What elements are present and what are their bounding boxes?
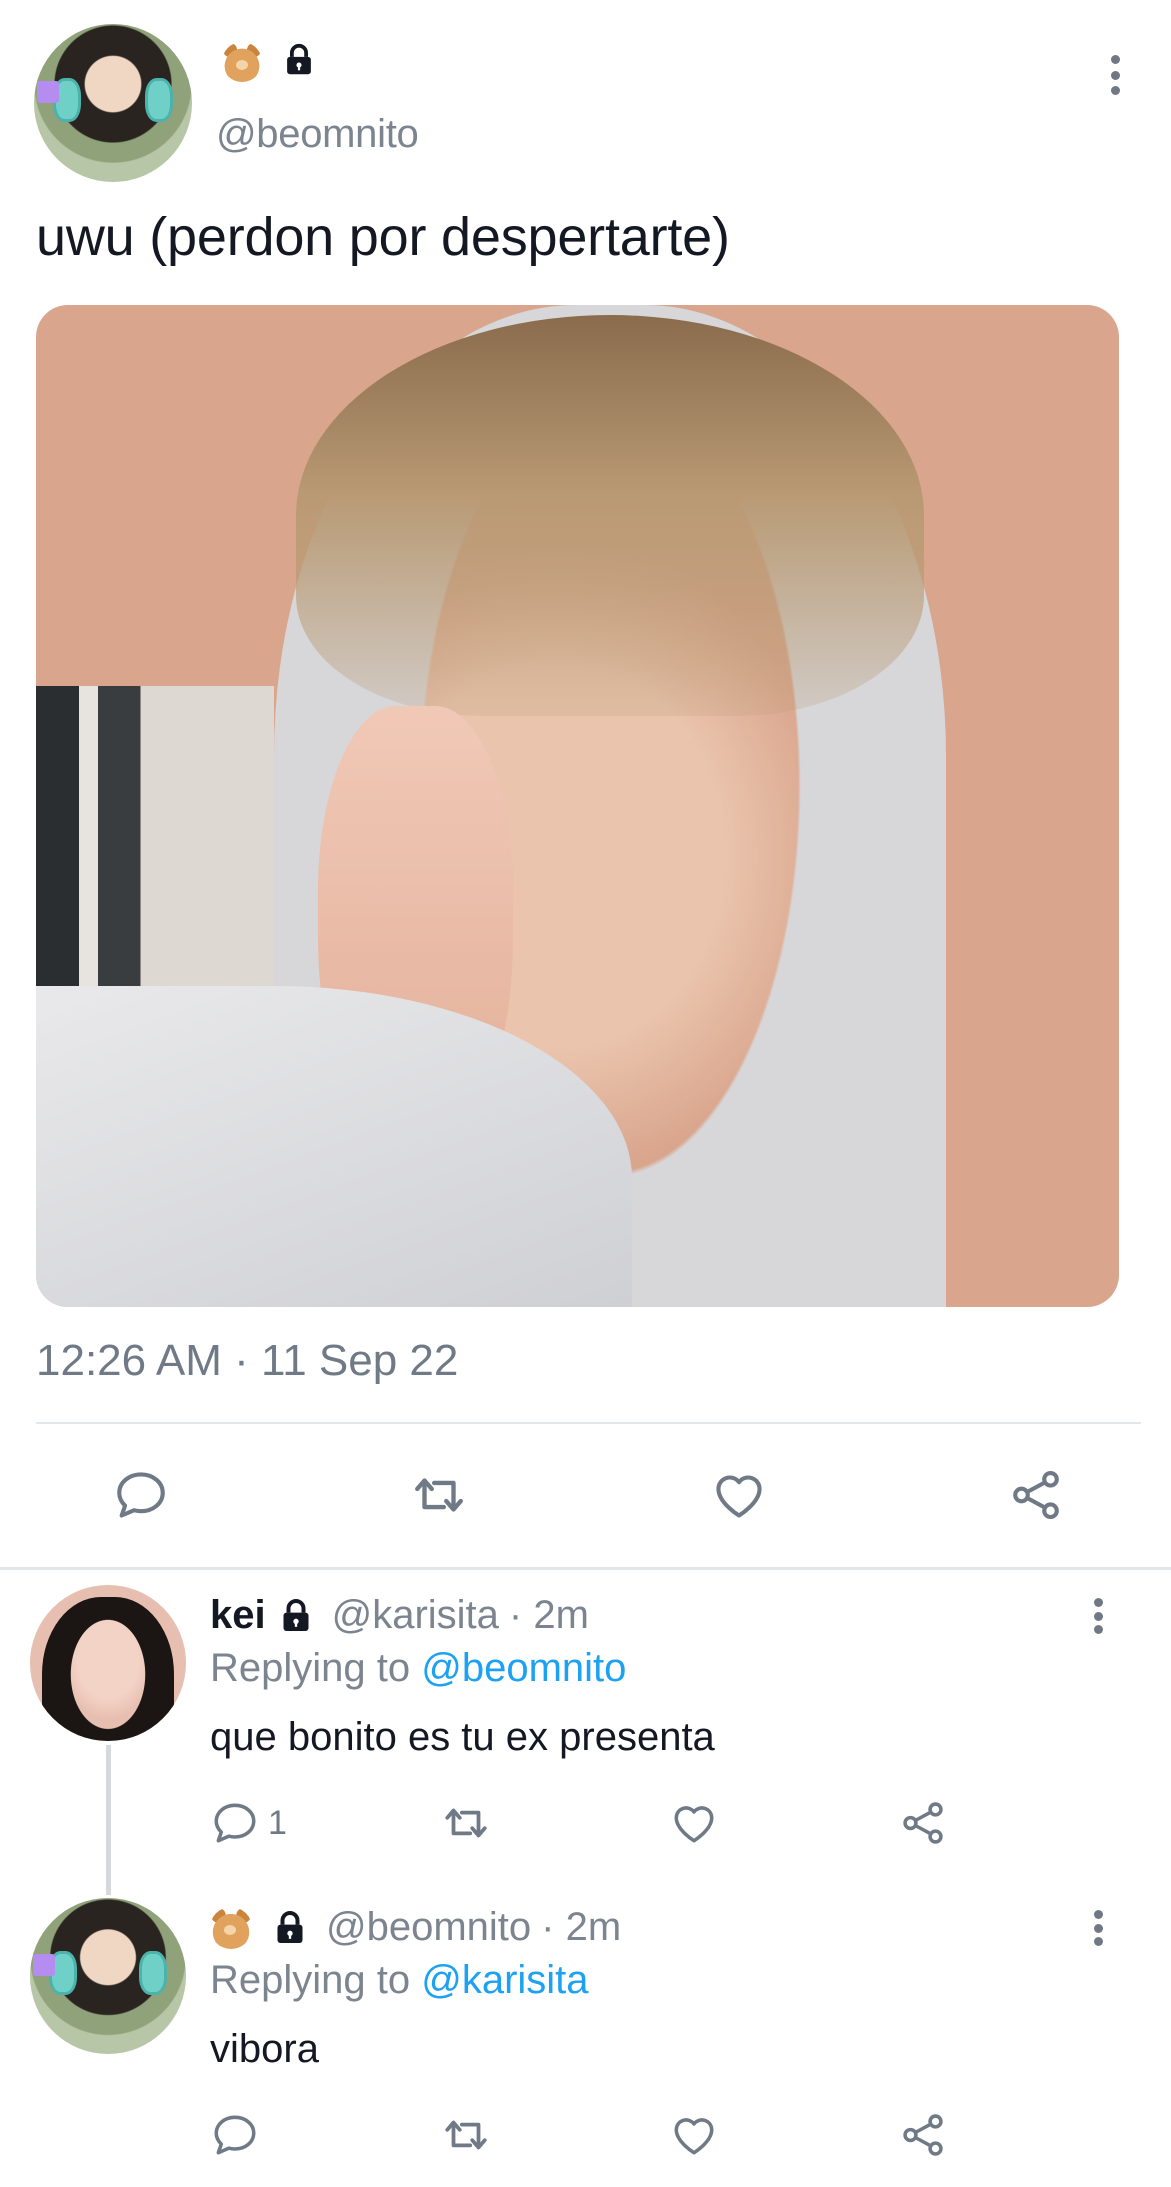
reply-text: que bonito es tu ex presenta — [210, 1715, 715, 1759]
user-handle[interactable]: @karisita — [332, 1593, 499, 1638]
reply-icon — [210, 2110, 260, 2160]
teddy-bear-emoji-icon — [210, 1906, 252, 1949]
reply-header: kei @karisita · 2m — [210, 1593, 589, 1638]
reply-count: 1 — [268, 1803, 287, 1842]
tweet-text: uwu (perdon por despertarte) — [36, 207, 730, 267]
heart-icon — [669, 1798, 719, 1848]
share-button[interactable] — [1007, 1466, 1065, 1524]
reply-icon — [210, 1798, 260, 1848]
teddy-bear-emoji-icon — [222, 42, 262, 82]
divider — [36, 1422, 1141, 1424]
thread-connector — [106, 1745, 111, 1895]
tweet-timestamp: 12:26 AM · 11 Sep 22 — [36, 1336, 459, 1385]
avatar[interactable] — [30, 1898, 186, 2054]
reply-button[interactable]: 1 — [210, 1798, 287, 1848]
mention-link[interactable]: @beomnito — [421, 1646, 626, 1690]
reply-header: @beomnito · 2m — [210, 1905, 621, 1950]
reply-time: · 2m — [508, 1593, 589, 1637]
retweet-icon — [440, 1798, 492, 1848]
reply-button[interactable] — [210, 2110, 260, 2160]
lock-icon — [270, 1908, 310, 1948]
more-options-icon[interactable] — [1086, 1910, 1110, 1946]
headphone-right — [144, 77, 174, 122]
replying-prefix: Replying to — [210, 1958, 422, 2002]
retweet-icon — [408, 1466, 470, 1524]
avatar-sticker — [33, 1954, 55, 1976]
reply-text: vibora — [210, 2027, 319, 2071]
reply-button[interactable] — [112, 1466, 170, 1524]
avatar[interactable] — [34, 24, 192, 182]
lock-icon — [280, 40, 318, 80]
more-options-icon[interactable] — [1103, 55, 1127, 95]
like-button[interactable] — [669, 2110, 719, 2160]
heart-icon — [710, 1466, 768, 1524]
avatar-sticker — [37, 80, 60, 103]
mention-link[interactable]: @karisita — [421, 1958, 588, 2002]
replying-prefix: Replying to — [210, 1646, 422, 1690]
share-icon — [898, 1798, 948, 1848]
lock-icon — [276, 1596, 316, 1636]
retweet-icon — [440, 2110, 492, 2160]
avatar[interactable] — [30, 1585, 186, 1741]
reply-time: · 2m — [541, 1905, 622, 1949]
main-tweet: @beomnito uwu (perdon por despertarte) 1… — [0, 0, 1171, 1567]
like-button[interactable] — [710, 1466, 768, 1524]
display-name[interactable]: kei — [210, 1593, 266, 1638]
user-handle[interactable]: @beomnito — [216, 112, 419, 157]
retweet-button[interactable] — [440, 2110, 492, 2160]
reply-icon — [112, 1466, 170, 1524]
retweet-button[interactable] — [440, 1798, 492, 1848]
replying-to: Replying to @beomnito — [210, 1646, 626, 1691]
share-button[interactable] — [898, 2110, 948, 2160]
headphone-right — [139, 1951, 168, 1995]
share-icon — [1007, 1466, 1065, 1524]
share-icon — [898, 2110, 948, 2160]
heart-icon — [669, 2110, 719, 2160]
replying-to: Replying to @karisita — [210, 1958, 589, 2003]
retweet-button[interactable] — [408, 1466, 470, 1524]
photo-hair — [295, 315, 925, 716]
more-options-icon[interactable] — [1086, 1598, 1110, 1634]
share-button[interactable] — [898, 1798, 948, 1848]
like-button[interactable] — [669, 1798, 719, 1848]
user-handle[interactable]: @beomnito — [326, 1905, 531, 1950]
tweet-photo[interactable] — [36, 305, 1119, 1307]
section-divider — [0, 1567, 1171, 1570]
